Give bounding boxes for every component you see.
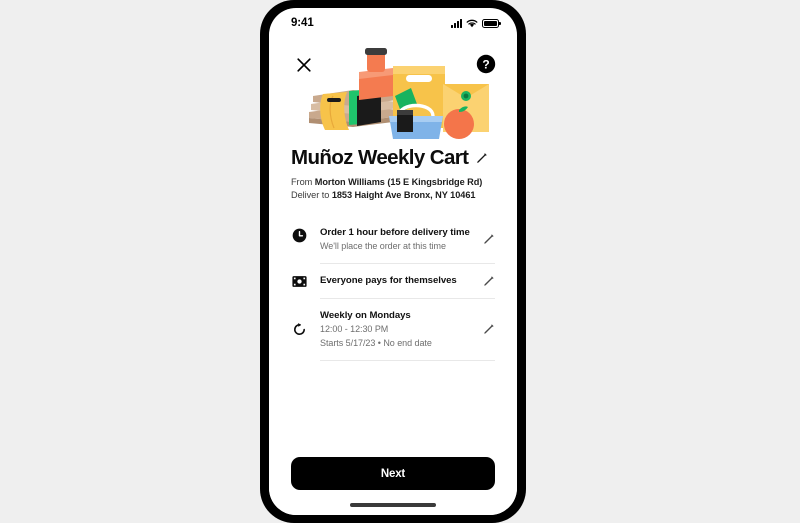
list-item-text: Order 1 hour before delivery time We'll … [308,227,482,253]
list-item-payment[interactable]: Everyone pays for themselves [291,264,495,298]
list-divider [320,359,495,361]
repeat-icon [294,323,305,336]
settings-list: Order 1 hour before delivery time We'll … [291,216,495,361]
illustration-orange-container [359,48,393,100]
delivery-line: Deliver to 1853 Haight Ave Bronx, NY 104… [291,189,495,202]
list-item-subtitle-dates: Starts 5/17/23 • No end date [320,338,432,349]
next-button[interactable]: Next [291,457,495,490]
phone-screen: 9:41 ? Muñoz Weekly Cart From Morton Wil… [269,8,517,515]
page-title: Muñoz Weekly Cart [291,146,469,169]
list-item-text: Weekly on Mondays 12:00 - 12:30 PM Start… [308,310,482,350]
payment-card-icon [292,276,307,287]
from-prefix: From [291,176,315,187]
list-item-title: Order 1 hour before delivery time [320,226,470,238]
list-item-title: Everyone pays for themselves [320,275,457,287]
list-item-subtitle: We'll place the order at this time [320,241,446,252]
phone-frame: 9:41 ? Muñoz Weekly Cart From Morton Wil… [260,0,526,523]
store-name: Morton Williams (15 E Kingsbridge Rd) [314,176,483,187]
pencil-icon[interactable] [482,275,495,288]
list-item-title: Weekly on Mondays [320,309,411,321]
wifi-icon [466,19,478,27]
list-item-subtitle-time: 12:00 - 12:30 PM [320,324,389,335]
list-item-order-time[interactable]: Order 1 hour before delivery time We'll … [291,216,495,263]
screenshot-canvas: 9:41 ? Muñoz Weekly Cart From Morton Wil… [0,0,800,523]
cart-title-row: Muñoz Weekly Cart [291,146,495,170]
store-line: From Morton Williams (15 E Kingsbridge R… [291,176,495,189]
repeat-icon-wrap [291,322,308,337]
pencil-icon[interactable] [482,323,495,336]
status-bar: 9:41 [269,8,517,38]
hero-section: ? [269,38,517,141]
deliver-prefix: Deliver to [291,189,332,200]
status-bar-time: 9:41 [291,17,314,29]
home-indicator [350,503,436,507]
pencil-icon[interactable] [475,152,488,165]
cellular-signal-icon [451,18,462,28]
content-area: Muñoz Weekly Cart From Morton Williams (… [269,141,517,451]
delivery-address: 1853 Haight Ave Bronx, NY 10461 [331,189,476,200]
status-bar-indicators [451,18,501,28]
footer: Next [269,451,517,515]
payment-card-icon-wrap [291,275,308,288]
list-item-schedule[interactable]: Weekly on Mondays 12:00 - 12:30 PM Start… [291,299,495,360]
cart-meta: From Morton Williams (15 E Kingsbridge R… [291,176,495,202]
clock-icon-wrap [291,227,308,243]
battery-icon [482,18,501,28]
pencil-icon[interactable] [482,233,495,246]
list-item-text: Everyone pays for themselves [308,275,482,287]
clock-icon [292,228,307,243]
grocery-bags-illustration [309,48,489,139]
